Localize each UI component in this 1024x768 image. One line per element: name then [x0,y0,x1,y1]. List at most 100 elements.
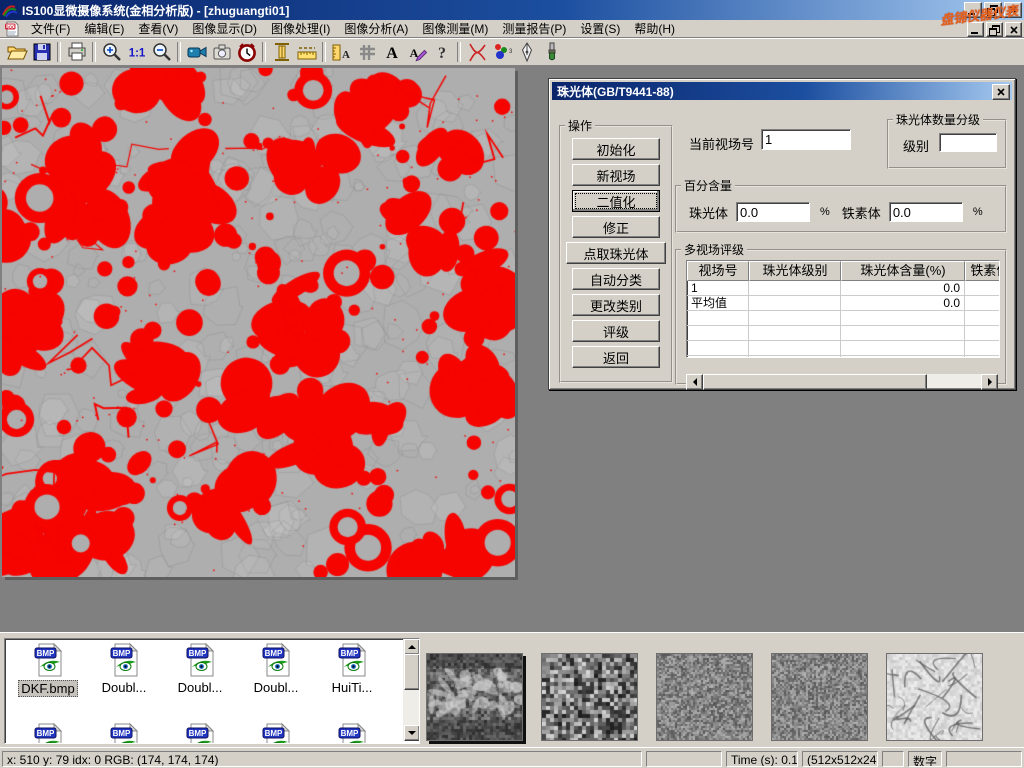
actual-size-icon[interactable]: 1:1 [124,40,149,64]
pick-pearlite-button[interactable]: 点取珠光体 [566,242,666,264]
rating-table: 视场号 珠光体级别 珠光体含量(%) 铁素体含量(%) 1 0.0 平均值 [686,260,1000,358]
file-item[interactable] [87,723,161,744]
pen-icon[interactable] [514,40,539,64]
dialog-title: 珠光体(GB/T9441-88) [557,83,674,100]
grid-icon[interactable] [354,40,379,64]
new-field-button[interactable]: 新视场 [572,164,660,186]
level-input[interactable] [939,133,997,152]
status-time: Time (s): 0.113 [726,751,798,767]
file-list-scrollbar [403,639,419,741]
title-bar: IS100显微摄像系统(金相分析版) - [zhuguangti01] [0,0,1024,20]
menu-settings[interactable]: 设置(S) [573,19,627,38]
status-empty-panel [882,751,904,767]
file-item[interactable]: DKF.bmp [11,643,85,697]
scroll-up-icon[interactable] [404,639,420,655]
return-button[interactable]: 返回 [572,346,660,368]
col-ferrite-content: 铁素体含量(%) [965,261,1000,281]
svg-text:3: 3 [509,49,513,55]
scrollbar-thumb[interactable] [703,374,927,390]
cell-ferrite [965,281,1000,296]
table-row[interactable]: 1 0.0 [687,281,999,296]
grade-button[interactable]: 评级 [572,320,660,342]
caliper-icon[interactable] [269,40,294,64]
zoom-out-icon[interactable] [149,40,174,64]
help-icon[interactable]: ? [429,40,454,64]
file-item[interactable] [315,723,389,744]
video-capture-icon[interactable] [184,40,209,64]
text-icon[interactable]: A [379,40,404,64]
minimize-icon[interactable] [964,2,982,18]
classify-dots-icon[interactable]: 3 [489,40,514,64]
mdi-close-icon[interactable] [1005,22,1022,37]
menu-image-analysis[interactable]: 图像分析(A) [337,19,415,38]
menu-report[interactable]: 测量报告(P) [495,19,573,38]
timer-icon[interactable] [234,40,259,64]
save-icon[interactable] [29,40,54,64]
toolbar-separator [92,42,96,62]
binarize-button[interactable]: 二值化 [572,190,660,212]
current-field-input[interactable] [761,129,851,150]
correct-button[interactable]: 修正 [572,216,660,238]
table-row[interactable]: 平均值 0.0 [687,296,999,311]
menu-file[interactable]: 文件(F) [24,19,77,38]
svg-text:A: A [342,49,350,61]
status-mode: 数字 [908,751,942,767]
menu-edit[interactable]: 编辑(E) [77,19,131,38]
mdi-minimize-icon[interactable] [967,22,984,37]
ruler-icon[interactable] [294,40,319,64]
dialog-close-icon[interactable] [992,84,1010,100]
ferrite-input[interactable] [889,202,963,222]
file-item[interactable]: Doubl... [163,643,237,695]
edit-text-icon[interactable]: A [404,40,429,64]
scroll-down-icon[interactable] [404,725,420,741]
mdi-restore-icon[interactable] [986,22,1003,37]
level-label: 级别 [903,136,929,155]
open-icon[interactable] [4,40,29,64]
pearlite-unit: % [820,206,830,218]
thumbnail-image[interactable] [541,653,638,741]
operation-group-title: 操作 [565,117,595,134]
cell-field-no: 平均值 [687,296,749,311]
restore-icon[interactable] [984,2,1002,18]
thumbnail-image[interactable] [771,653,868,741]
file-item[interactable]: HuiTi... [315,643,389,695]
auto-classify-button[interactable]: 自动分类 [572,268,660,290]
pearlite-input[interactable] [736,202,810,222]
menu-image-measure[interactable]: 图像测量(M) [415,19,495,38]
change-class-button[interactable]: 更改类别 [572,294,660,316]
thumbnail-image[interactable] [426,653,523,741]
initialize-button[interactable]: 初始化 [572,138,660,160]
thumbnail-image[interactable] [886,653,983,741]
document-icon[interactable]: DOC [4,21,20,37]
brush-icon[interactable] [539,40,564,64]
print-icon[interactable] [64,40,89,64]
application-window: IS100显微摄像系统(金相分析版) - [zhuguangti01] 盘锦仪器… [0,0,1024,768]
menu-image-process[interactable]: 图像处理(I) [264,19,337,38]
measure-label-icon[interactable]: A [329,40,354,64]
menu-help[interactable]: 帮助(H) [627,19,682,38]
scroll-right-icon[interactable] [981,374,998,390]
table-horizontal-scrollbar [686,374,998,388]
toolbar-separator [177,42,181,62]
scroll-left-icon[interactable] [686,374,703,390]
photo-capture-icon[interactable] [209,40,234,64]
menu-image-display[interactable]: 图像显示(D) [185,19,264,38]
operation-group: 操作 初始化 新视场 二值化 修正 点取珠光体 自动分类 更改类别 评级 返回 [559,117,673,383]
scrollbar-track[interactable] [927,374,981,388]
metallograph-image[interactable] [2,68,515,577]
table-row-empty [687,326,999,341]
file-item[interactable] [11,723,85,744]
file-item[interactable] [239,723,313,744]
zoom-in-icon[interactable] [99,40,124,64]
file-item[interactable] [163,723,237,744]
grading-group: 珠光体数量分级 级别 [887,111,1007,169]
ferrite-label: 铁素体 [842,203,881,222]
file-item[interactable]: Doubl... [87,643,161,695]
close-icon[interactable] [1004,2,1022,18]
curve-tool-icon[interactable] [464,40,489,64]
thumbnail-image[interactable] [656,653,753,741]
current-field-label: 当前视场号 [689,134,754,153]
file-item[interactable]: Doubl... [239,643,313,695]
menu-view[interactable]: 查看(V) [131,19,185,38]
scrollbar-thumb[interactable] [404,654,420,690]
